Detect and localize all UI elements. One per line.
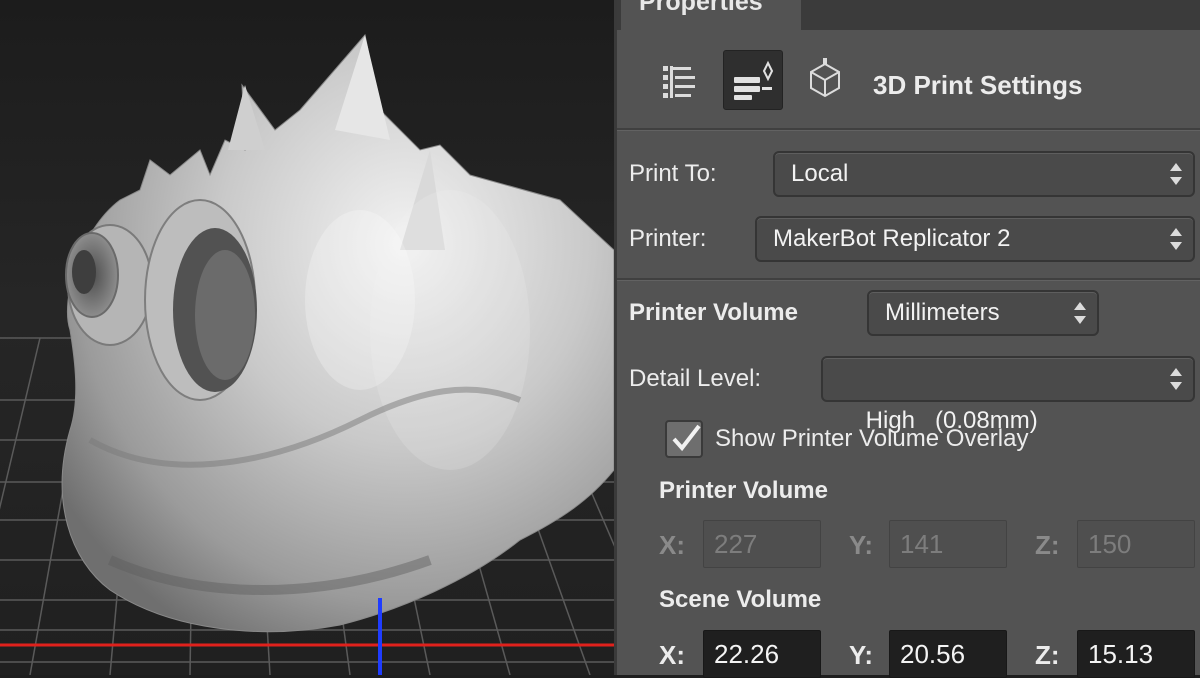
printer-y-field: 141 [889, 520, 1007, 568]
scene-y-label: Y: [849, 640, 874, 670]
print-to-value: Local [791, 160, 849, 187]
divider [617, 278, 1200, 281]
select-arrows-icon [1169, 163, 1183, 185]
select-arrows-icon [1073, 302, 1087, 324]
scene-z-label: Z: [1035, 640, 1060, 670]
3d-viewport[interactable] [0, 0, 614, 675]
scene-cube-icon[interactable] [795, 50, 855, 110]
printer-z-label: Z: [1035, 530, 1060, 560]
scene-x-field[interactable]: 22.26 [703, 630, 821, 678]
scene-volume-heading: Scene Volume [659, 586, 822, 613]
tab-properties[interactable]: Properties [621, 0, 801, 30]
select-arrows-icon [1169, 228, 1183, 250]
print-to-select[interactable]: Local [773, 151, 1195, 197]
detail-level-label: Detail Level: [629, 365, 762, 392]
printer-volume-units-label: Printer Volume [629, 299, 798, 326]
checkmark-icon [672, 424, 701, 452]
printer-label: Printer: [629, 225, 707, 252]
mesh-print-icon[interactable] [723, 50, 783, 110]
printer-x-label: X: [659, 530, 685, 560]
printer-x-field: 227 [703, 520, 821, 568]
printer-volume-heading: Printer Volume [659, 477, 828, 504]
divider [617, 128, 1200, 131]
scene-z-field[interactable]: 15.13 [1077, 630, 1195, 678]
overlay-checkbox[interactable] [665, 420, 703, 458]
overlay-checkbox-label: Show Printer Volume Overlay [715, 425, 1029, 452]
panel-tab-bar: Properties [617, 0, 1200, 30]
printer-select[interactable]: MakerBot Replicator 2 [755, 216, 1195, 262]
print-to-label: Print To: [629, 160, 717, 187]
units-select[interactable]: Millimeters [867, 290, 1099, 336]
printer-z-field: 150 [1077, 520, 1195, 568]
section-title: 3D Print Settings [873, 70, 1083, 100]
scene-x-label: X: [659, 640, 685, 670]
printer-value: MakerBot Replicator 2 [773, 225, 1011, 252]
detail-level-select[interactable]: High (0.08mm) [821, 356, 1195, 434]
layers-icon[interactable] [651, 50, 711, 110]
ground-grid [0, 33, 614, 675]
properties-panel: Properties 3D Print Settings Print To: L… [614, 0, 1200, 678]
units-value: Millimeters [885, 299, 1000, 326]
conch-shell-model [61, 33, 614, 633]
scene-y-field[interactable]: 20.56 [889, 630, 1007, 678]
printer-y-label: Y: [849, 530, 874, 560]
select-arrows-icon [1169, 368, 1183, 390]
